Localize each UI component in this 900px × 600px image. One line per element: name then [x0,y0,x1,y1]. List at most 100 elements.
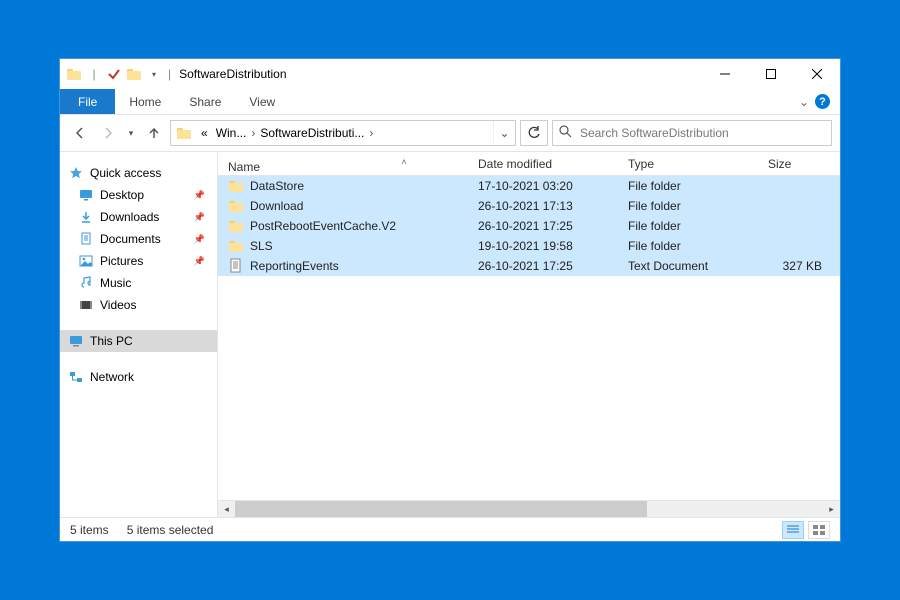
file-name-cell: Download [228,198,478,214]
quick-access-heading[interactable]: Quick access [60,162,217,184]
column-name[interactable]: Name ˄ [228,160,478,168]
qat-separator-icon: | [86,66,102,82]
sidebar-item-this-pc[interactable]: This PC [60,330,217,352]
sidebar-item-network[interactable]: Network [60,366,217,388]
scrollbar-track[interactable] [235,501,823,517]
tab-view[interactable]: View [235,89,289,114]
status-selected-count: 5 items selected [127,523,214,537]
window-controls [702,59,840,89]
file-name-label: Download [250,199,303,213]
titlebar-separator: | [162,67,177,81]
minimize-button[interactable] [702,59,748,89]
file-name-label: PostRebootEventCache.V2 [250,219,396,233]
quick-access-toolbar: | ▾ [60,66,162,82]
help-icon[interactable]: ? [815,94,830,109]
file-row[interactable]: PostRebootEventCache.V226-10-2021 17:25F… [218,216,840,236]
file-date-cell: 26-10-2021 17:25 [478,259,628,273]
search-box[interactable] [552,120,832,146]
network-icon [68,369,84,385]
file-row[interactable]: ReportingEvents 26-10-2021 17:25Text Docu… [218,256,840,276]
file-rows: DataStore17-10-2021 03:20File folderDown… [218,176,840,500]
sidebar-item-label: Music [100,276,131,290]
star-icon [68,165,84,181]
folder-icon [228,198,244,214]
file-type-cell: Text Document [628,259,768,273]
folder-icon [228,178,244,194]
close-button[interactable] [794,59,840,89]
address-dropdown-button[interactable]: ⌄ [493,121,515,145]
file-name-cell: ReportingEvents [228,258,478,274]
thumbnails-view-button[interactable] [808,521,830,539]
sidebar-item-desktop[interactable]: Desktop 📌 [60,184,217,206]
back-button[interactable] [68,121,92,145]
breadcrumb-seg-1[interactable]: Win... [212,126,251,140]
sidebar-item-label: Documents [100,232,161,246]
status-item-count: 5 items [70,523,109,537]
navigation-pane: Quick access Desktop 📌 Downloads 📌 Docum… [60,152,218,517]
sidebar-item-music[interactable]: Music [60,272,217,294]
column-label: Name [228,160,260,174]
tab-share[interactable]: Share [175,89,235,114]
chevron-down-icon[interactable]: ⌄ [799,95,809,109]
address-bar[interactable]: « Win... › SoftwareDistributi... › ⌄ [170,120,516,146]
file-type-cell: File folder [628,199,768,213]
search-input[interactable] [578,125,825,141]
check-icon[interactable] [106,66,122,82]
sidebar-item-label: Network [90,370,134,384]
forward-button[interactable] [96,121,120,145]
scroll-right-button[interactable]: ▸ [823,501,840,518]
up-button[interactable] [142,121,166,145]
sidebar-item-documents[interactable]: Documents 📌 [60,228,217,250]
pin-icon: 📌 [194,234,211,245]
titlebar: | ▾ | SoftwareDistribution [60,59,840,89]
breadcrumb-prefix[interactable]: « [197,126,212,140]
music-icon [78,275,94,291]
file-date-cell: 17-10-2021 03:20 [478,179,628,193]
file-date-cell: 26-10-2021 17:13 [478,199,628,213]
folder-icon[interactable] [126,66,142,82]
file-name-label: SLS [250,239,273,253]
sidebar-item-label: Quick access [90,166,161,180]
navigation-bar: ▾ « Win... › SoftwareDistributi... › ⌄ [60,115,840,151]
column-size[interactable]: Size [768,157,840,171]
ribbon-tabs: File Home Share View ⌄ ? [60,89,840,115]
search-icon [559,125,572,141]
breadcrumb-seg-2[interactable]: SoftwareDistributi... [256,126,368,140]
sidebar-item-videos[interactable]: Videos [60,294,217,316]
file-row[interactable]: DataStore 17-10-2021 03:20File folder [218,176,840,196]
refresh-button[interactable] [520,120,548,146]
folder-icon [228,218,244,234]
folder-icon [175,124,193,142]
file-name-label: ReportingEvents [250,259,339,273]
maximize-button[interactable] [748,59,794,89]
file-tab[interactable]: File [60,89,115,114]
details-view-button[interactable] [782,521,804,539]
scroll-left-button[interactable]: ◂ [218,501,235,518]
file-type-cell: File folder [628,179,768,193]
chevron-right-icon[interactable]: › [368,126,374,140]
column-date[interactable]: Date modified [478,157,628,171]
pin-icon: 📌 [194,212,211,223]
this-pc-group: This PC [60,330,217,352]
sidebar-item-pictures[interactable]: Pictures 📌 [60,250,217,272]
tab-home[interactable]: Home [115,89,175,114]
column-headers: Name ˄ Date modified Type Size [218,152,840,176]
file-row[interactable]: Download 26-10-2021 17:13File folder [218,196,840,216]
recent-locations-button[interactable]: ▾ [124,121,138,145]
file-row[interactable]: SLS19-10-2021 19:58File folder [218,236,840,256]
pin-icon: 📌 [194,190,211,201]
scrollbar-thumb[interactable] [235,501,647,517]
sidebar-item-label: Pictures [100,254,143,268]
pin-icon: 📌 [194,256,211,267]
sidebar-item-downloads[interactable]: Downloads 📌 [60,206,217,228]
file-date-cell: 26-10-2021 17:25 [478,219,628,233]
file-name-label: DataStore [250,179,304,193]
qat-dropdown-icon[interactable]: ▾ [146,66,162,82]
quick-access-group: Quick access Desktop 📌 Downloads 📌 Docum… [60,162,217,316]
downloads-icon [78,209,94,225]
column-type[interactable]: Type [628,157,768,171]
sidebar-item-label: Videos [100,298,136,312]
horizontal-scrollbar[interactable]: ◂ ▸ [218,500,840,517]
explorer-window: | ▾ | SoftwareDistribution File Home [59,58,841,542]
sort-ascending-icon: ˄ [338,157,470,167]
